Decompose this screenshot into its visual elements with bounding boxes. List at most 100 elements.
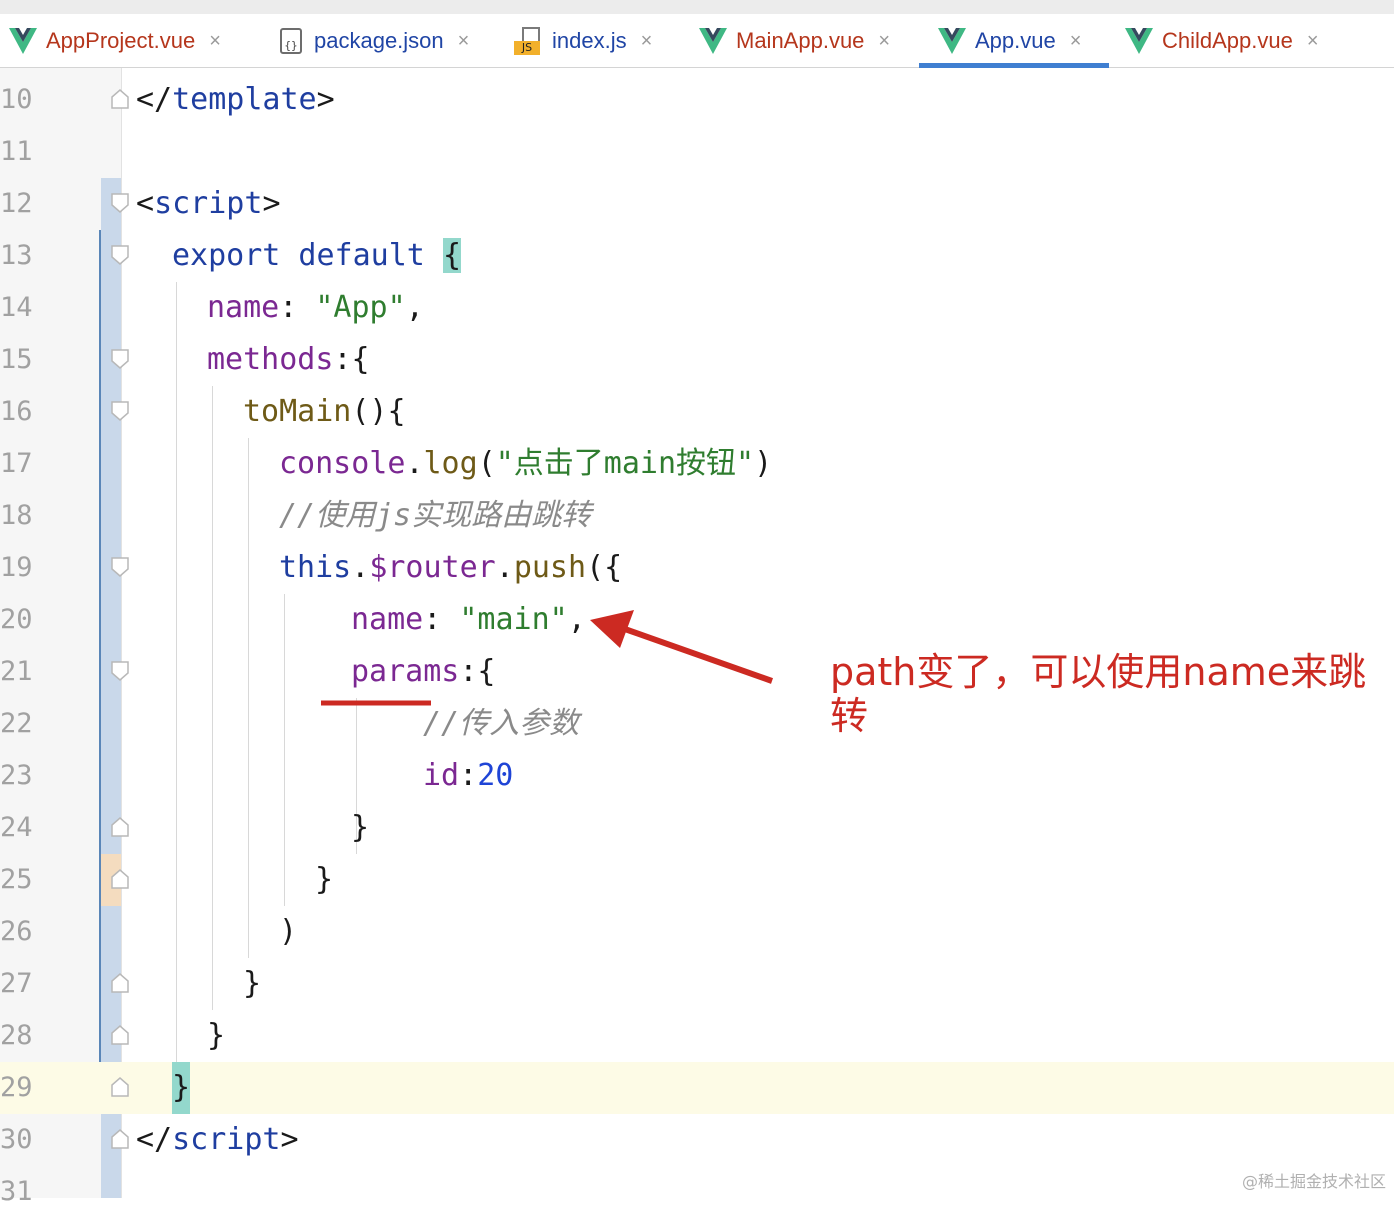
line-number: 20 xyxy=(0,604,33,635)
fold-start-icon[interactable] xyxy=(111,245,129,265)
tab-appproject-vue[interactable]: AppProject.vue × xyxy=(8,14,221,68)
line-number: 27 xyxy=(0,968,33,999)
code-text: console.log("点击了main按钮") xyxy=(279,446,773,481)
code-line[interactable]: 25 } xyxy=(0,854,1394,906)
fold-end-icon[interactable] xyxy=(111,1077,129,1097)
line-number: 26 xyxy=(0,916,33,947)
line-number: 19 xyxy=(0,552,33,583)
code-line[interactable]: 28 } xyxy=(0,1010,1394,1062)
line-number: 18 xyxy=(0,500,33,531)
line-number: 12 xyxy=(0,188,33,219)
close-icon[interactable]: × xyxy=(209,30,221,53)
line-number: 28 xyxy=(0,1020,33,1051)
code-line[interactable]: 13 export default { xyxy=(0,230,1394,282)
editor-tab-bar: AppProject.vue × {} package.json × JS in… xyxy=(0,0,1394,68)
vue-file-icon xyxy=(937,26,967,56)
code-text: <script> xyxy=(136,186,281,221)
line-number: 17 xyxy=(0,448,33,479)
tab-childapp-vue[interactable]: ChildApp.vue × xyxy=(1124,14,1319,68)
code-text: this.$router.push({ xyxy=(279,550,623,585)
tab-label: ChildApp.vue xyxy=(1162,28,1293,53)
code-text: export default { xyxy=(172,238,461,273)
tab-label: index.js xyxy=(552,28,627,53)
code-text: params:{ xyxy=(351,654,496,689)
fold-start-icon[interactable] xyxy=(111,193,129,213)
fold-end-icon[interactable] xyxy=(111,89,129,109)
code-text: ) xyxy=(279,914,298,949)
code-line[interactable]: 11 xyxy=(0,126,1394,178)
fold-start-icon[interactable] xyxy=(111,349,129,369)
json-file-icon: {} xyxy=(276,26,306,56)
line-number: 25 xyxy=(0,864,33,895)
line-number: 30 xyxy=(0,1124,33,1155)
fold-start-icon[interactable] xyxy=(111,557,129,577)
code-text: methods:{ xyxy=(207,342,370,377)
fold-end-icon[interactable] xyxy=(111,1129,129,1149)
code-text: name: "main", xyxy=(351,602,586,637)
line-number: 10 xyxy=(0,84,33,115)
code-line[interactable]: 23 id:20 xyxy=(0,750,1394,802)
tab-package-json[interactable]: {} package.json × xyxy=(276,14,469,68)
code-line[interactable]: 18 //使用js实现路由跳转 xyxy=(0,490,1394,542)
line-number: 29 xyxy=(0,1072,33,1103)
code-comment: //传入参数 xyxy=(423,706,580,741)
code-comment: //使用js实现路由跳转 xyxy=(279,498,592,533)
code-text: </script> xyxy=(136,1122,299,1157)
tab-index-js[interactable]: JS index.js × xyxy=(514,14,652,68)
code-text: } xyxy=(172,1062,191,1114)
vue-file-icon xyxy=(1124,26,1154,56)
code-text: } xyxy=(207,1018,226,1053)
code-line[interactable]: 31 xyxy=(0,1166,1394,1218)
line-number: 21 xyxy=(0,656,33,687)
tab-label: MainApp.vue xyxy=(736,28,865,53)
code-line[interactable]: 15 methods:{ xyxy=(0,334,1394,386)
tab-mainapp-vue[interactable]: MainApp.vue × xyxy=(698,14,890,68)
code-line[interactable]: 24 } xyxy=(0,802,1394,854)
code-text: </template> xyxy=(136,82,335,117)
vue-file-icon xyxy=(698,26,728,56)
code-text: name: "App", xyxy=(207,290,424,325)
code-line[interactable]: 19 this.$router.push({ xyxy=(0,542,1394,594)
close-icon[interactable]: × xyxy=(1070,30,1082,53)
annotation-text: path变了，可以使用name来跳转 xyxy=(830,650,1367,738)
line-number: 31 xyxy=(0,1176,33,1207)
line-number: 15 xyxy=(0,344,33,375)
code-line[interactable]: 30 </script> xyxy=(0,1114,1394,1166)
code-text: } xyxy=(351,810,370,845)
code-line[interactable]: 16 toMain(){ xyxy=(0,386,1394,438)
code-line[interactable]: 20 name: "main", xyxy=(0,594,1394,646)
close-icon[interactable]: × xyxy=(1307,30,1319,53)
vue-file-icon xyxy=(8,26,38,56)
close-icon[interactable]: × xyxy=(878,30,890,53)
code-text: toMain(){ xyxy=(243,394,406,429)
close-icon[interactable]: × xyxy=(458,30,470,53)
tab-label: App.vue xyxy=(975,28,1056,53)
line-number: 24 xyxy=(0,812,33,843)
fold-start-icon[interactable] xyxy=(111,661,129,681)
line-number: 22 xyxy=(0,708,33,739)
watermark: @稀土掘金技术社区 xyxy=(1241,1172,1386,1191)
line-number: 13 xyxy=(0,240,33,271)
fold-end-icon[interactable] xyxy=(111,973,129,993)
fold-end-icon[interactable] xyxy=(111,817,129,837)
code-line[interactable]: 14 name: "App", xyxy=(0,282,1394,334)
code-line[interactable]: 26 ) xyxy=(0,906,1394,958)
code-text: } xyxy=(315,862,334,897)
code-text: } xyxy=(243,966,262,1001)
code-editor[interactable]: 10 </template> 11 12 <script> 13 export … xyxy=(0,68,1394,1207)
tab-label: package.json xyxy=(314,28,444,53)
code-line[interactable]: 12 <script> xyxy=(0,178,1394,230)
code-line[interactable]: 17 console.log("点击了main按钮") xyxy=(0,438,1394,490)
close-icon[interactable]: × xyxy=(641,30,653,53)
code-line-current[interactable]: 29 } xyxy=(0,1062,1394,1114)
line-number: 11 xyxy=(0,136,33,167)
code-line[interactable]: 27 } xyxy=(0,958,1394,1010)
code-line[interactable]: 10 </template> xyxy=(0,74,1394,126)
fold-end-icon[interactable] xyxy=(111,1025,129,1045)
fold-start-icon[interactable] xyxy=(111,401,129,421)
line-number: 14 xyxy=(0,292,33,323)
tab-label: AppProject.vue xyxy=(46,28,196,53)
tab-app-vue[interactable]: App.vue × xyxy=(919,14,1109,68)
fold-end-icon[interactable] xyxy=(111,869,129,889)
line-number: 23 xyxy=(0,760,33,791)
